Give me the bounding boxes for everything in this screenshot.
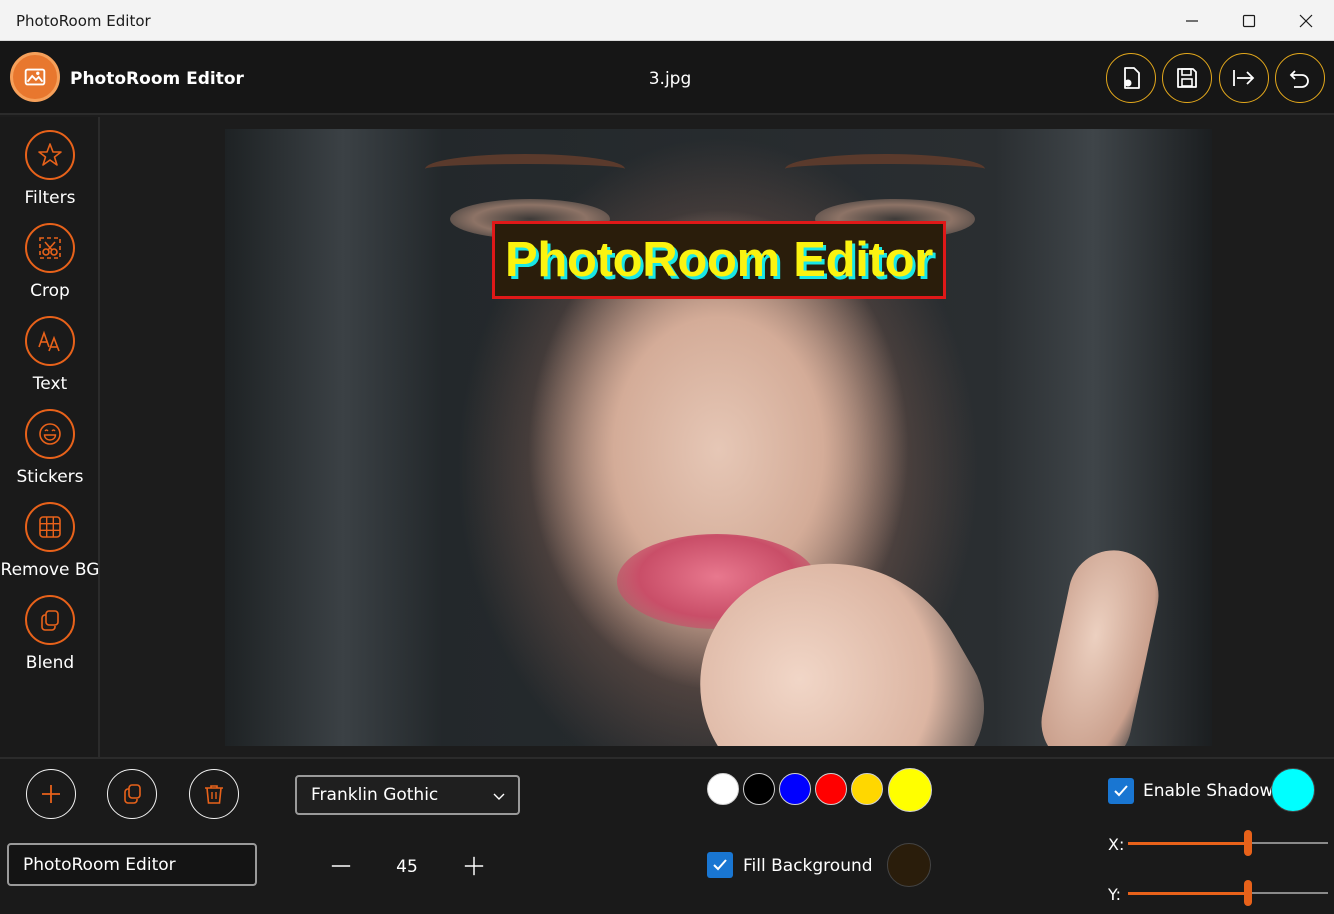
app-logo xyxy=(10,52,60,102)
decrease-size-button[interactable] xyxy=(326,851,356,881)
color-swatch-red[interactable] xyxy=(815,773,847,805)
sidebar-item-stickers[interactable]: Stickers xyxy=(0,409,100,495)
tools-sidebar: Filters Crop Text Stickers Remove BG Ble… xyxy=(0,117,100,757)
sidebar-item-label: Remove BG xyxy=(0,560,100,580)
minimize-icon xyxy=(1186,19,1198,22)
sidebar-item-remove-bg[interactable]: Remove BG xyxy=(0,502,100,588)
copy-icon xyxy=(124,784,141,804)
shadow-color[interactable] xyxy=(1271,768,1315,812)
window-title: PhotoRoom Editor xyxy=(16,12,151,30)
plus-icon xyxy=(42,785,60,803)
sidebar-item-text[interactable]: Text xyxy=(0,316,100,402)
sidebar-item-filters[interactable]: Filters xyxy=(0,130,100,216)
app-name: PhotoRoom Editor xyxy=(70,69,244,89)
photo-detail xyxy=(425,154,625,184)
blend-button[interactable] xyxy=(25,595,75,645)
plus-icon xyxy=(464,856,484,876)
color-swatch-gold[interactable] xyxy=(851,773,883,805)
arrow-right-bar-icon xyxy=(1233,70,1255,86)
save-button[interactable] xyxy=(1162,53,1212,103)
text-button[interactable] xyxy=(25,316,75,366)
stickers-button[interactable] xyxy=(25,409,75,459)
color-swatch-white[interactable] xyxy=(707,773,739,805)
crop-icon xyxy=(39,237,61,259)
font-size-value: 45 xyxy=(396,857,418,877)
color-swatch-black[interactable] xyxy=(743,773,775,805)
overlay-text-value: PhotoRoom Editor xyxy=(23,854,176,875)
chevron-down-icon xyxy=(493,793,505,800)
fill-background-checkbox[interactable] xyxy=(707,852,733,878)
close-icon xyxy=(1299,14,1313,27)
duplicate-text-button[interactable] xyxy=(107,769,157,819)
fill-background-color[interactable] xyxy=(887,843,931,887)
overlay-text-input[interactable]: PhotoRoom Editor xyxy=(7,843,257,886)
enable-shadow-checkbox[interactable] xyxy=(1108,778,1134,804)
text-properties-panel: Franklin Gothic PhotoRoom Editor 45 Fill… xyxy=(0,757,1334,914)
sidebar-item-label: Stickers xyxy=(16,467,84,487)
slider-fill xyxy=(1128,842,1248,845)
star-icon xyxy=(38,143,62,166)
checkmark-icon xyxy=(1114,785,1128,797)
remove-bg-button[interactable] xyxy=(25,502,75,552)
text-overlay-box[interactable]: PhotoRoom Editor xyxy=(492,221,946,299)
floppy-icon xyxy=(1177,68,1197,88)
font-family-select[interactable]: Franklin Gothic xyxy=(295,775,520,815)
minimize-button[interactable] xyxy=(1169,0,1215,41)
maximize-button[interactable] xyxy=(1226,0,1272,41)
color-swatch-blue[interactable] xyxy=(779,773,811,805)
file-name: 3.jpg xyxy=(648,69,692,89)
maximize-icon xyxy=(1242,14,1256,27)
sidebar-item-label: Filters xyxy=(24,188,76,208)
sidebar-item-label: Crop xyxy=(30,281,70,301)
photo-image[interactable]: PhotoRoom Editor xyxy=(225,129,1212,746)
checkmark-icon xyxy=(713,859,727,871)
font-family-value: Franklin Gothic xyxy=(311,785,439,805)
text-overlay[interactable]: PhotoRoom Editor xyxy=(505,232,933,288)
fill-background-label: Fill Background xyxy=(743,856,873,876)
minus-icon xyxy=(331,865,351,867)
sidebar-item-label: Text xyxy=(32,374,68,394)
shadow-y-slider[interactable] xyxy=(1128,880,1328,906)
file-image-icon xyxy=(1124,67,1140,89)
sidebar-item-crop[interactable]: Crop xyxy=(0,223,100,309)
undo-icon xyxy=(1289,70,1309,88)
trash-icon xyxy=(205,785,223,804)
filters-button[interactable] xyxy=(25,130,75,180)
close-button[interactable] xyxy=(1283,0,1329,41)
open-file-button[interactable] xyxy=(1106,53,1156,103)
add-text-button[interactable] xyxy=(26,769,76,819)
slider-thumb[interactable] xyxy=(1244,880,1252,906)
text-icon xyxy=(38,330,60,352)
shadow-x-slider[interactable] xyxy=(1128,830,1328,856)
enable-shadow-label: Enable Shadow xyxy=(1143,781,1274,801)
selected-text-color[interactable] xyxy=(888,768,932,812)
logo-icon xyxy=(24,68,46,86)
slider-thumb[interactable] xyxy=(1244,830,1252,856)
undo-button[interactable] xyxy=(1275,53,1325,103)
copy-icon xyxy=(41,610,59,631)
sidebar-item-blend[interactable]: Blend xyxy=(0,595,100,681)
window-titlebar: PhotoRoom Editor xyxy=(0,0,1334,41)
shadow-x-label: X: xyxy=(1108,835,1125,854)
increase-size-button[interactable] xyxy=(459,851,489,881)
delete-text-button[interactable] xyxy=(189,769,239,819)
slider-fill xyxy=(1128,892,1248,895)
grid-icon xyxy=(39,516,61,538)
photo-detail xyxy=(785,154,985,184)
app-header: PhotoRoom Editor 3.jpg xyxy=(0,41,1334,115)
sidebar-item-label: Blend xyxy=(25,653,75,673)
photo-detail xyxy=(1033,542,1167,746)
crop-button[interactable] xyxy=(25,223,75,273)
smiley-icon xyxy=(39,423,61,445)
shadow-y-label: Y: xyxy=(1108,885,1122,904)
export-button[interactable] xyxy=(1219,53,1269,103)
editor-canvas[interactable]: PhotoRoom Editor xyxy=(102,117,1334,757)
